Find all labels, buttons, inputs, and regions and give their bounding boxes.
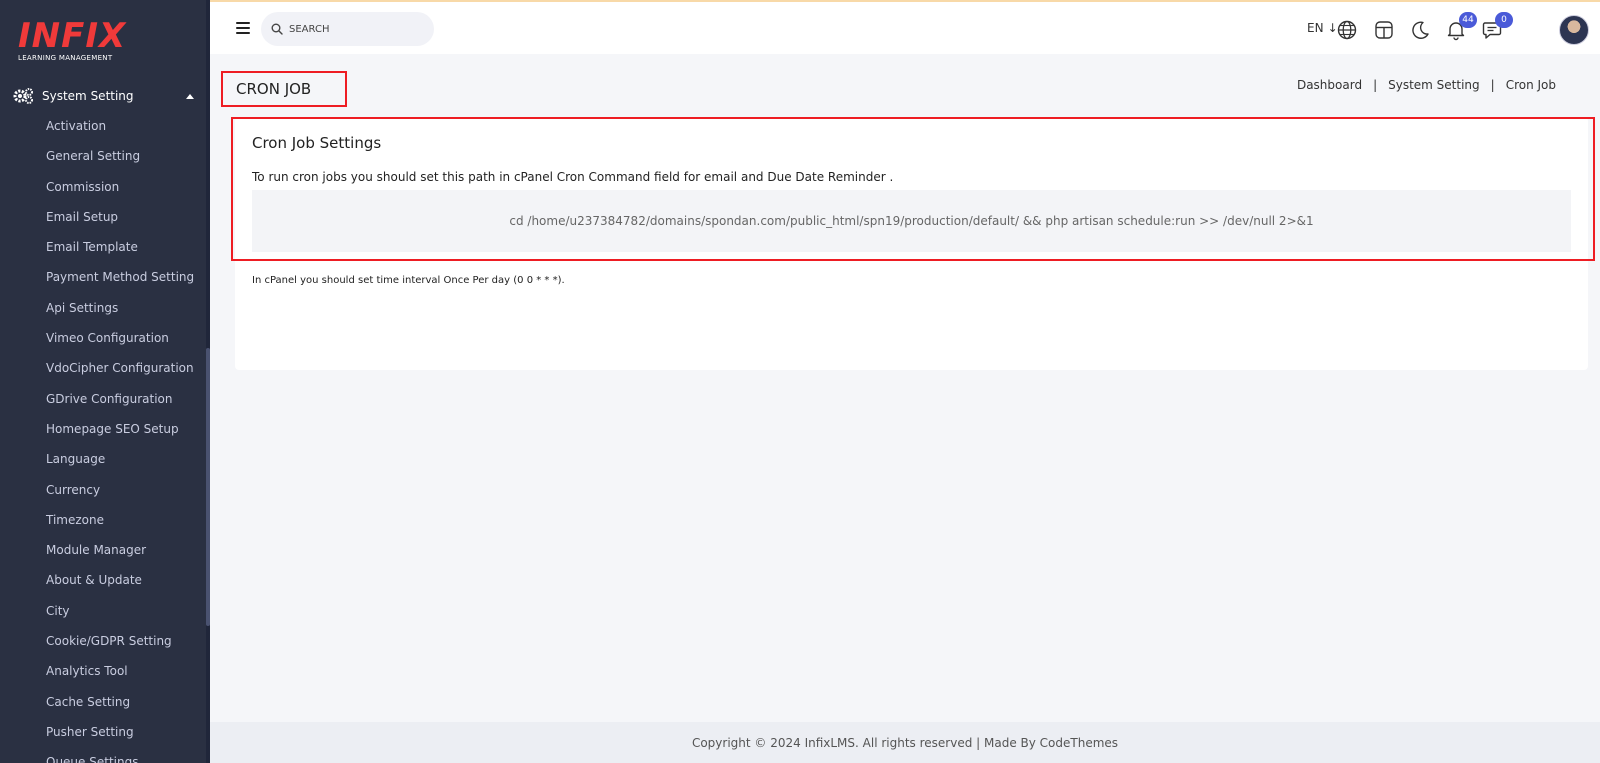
sidebar-item-analytics-tool[interactable]: Analytics Tool xyxy=(46,663,194,693)
sidebar-item-payment-method-setting[interactable]: Payment Method Setting xyxy=(46,269,194,299)
breadcrumb-system-setting[interactable]: System Setting xyxy=(1388,78,1480,92)
sidebar-item-city[interactable]: City xyxy=(46,603,194,633)
sidebar-item-activation[interactable]: Activation xyxy=(46,118,194,148)
card-title: Cron Job Settings xyxy=(252,134,382,152)
moon-icon[interactable] xyxy=(1409,19,1431,41)
sidebar-item-about-update[interactable]: About & Update xyxy=(46,572,194,602)
sidebar-item-general-setting[interactable]: General Setting xyxy=(46,148,194,178)
breadcrumb-cron-job: Cron Job xyxy=(1505,78,1556,92)
notification-count-badge: 44 xyxy=(1459,12,1477,28)
user-avatar[interactable] xyxy=(1559,15,1589,45)
notifications-button[interactable]: 44 xyxy=(1445,12,1477,41)
cron-command[interactable]: cd /home/u237384782/domains/spondan.com/… xyxy=(252,190,1571,252)
sidebar-scrollbar[interactable] xyxy=(206,0,210,763)
menu-icon[interactable] xyxy=(236,22,250,34)
globe-icon[interactable] xyxy=(1336,19,1358,41)
sidebar-nav: Activation General Setting Commission Em… xyxy=(46,118,194,763)
sidebar-item-vdocipher-configuration[interactable]: VdoCipher Configuration xyxy=(46,360,194,390)
breadcrumb-separator: | xyxy=(1490,78,1495,92)
search-input[interactable] xyxy=(289,23,409,35)
sidebar-item-email-setup[interactable]: Email Setup xyxy=(46,209,194,239)
topbar: EN ↓ 44 0 xyxy=(210,0,1600,54)
layout-icon[interactable] xyxy=(1373,19,1395,41)
sidebar-section-label: System Setting xyxy=(42,89,134,103)
sidebar-item-gdrive-configuration[interactable]: GDrive Configuration xyxy=(46,391,194,421)
messages-button[interactable]: 0 xyxy=(1481,12,1513,41)
caret-up-icon xyxy=(186,93,194,99)
language-selector[interactable]: EN ↓ xyxy=(1307,21,1338,35)
sidebar-scrollbar-thumb[interactable] xyxy=(206,348,210,626)
card-description: To run cron jobs you should set this pat… xyxy=(252,170,894,184)
sidebar-item-homepage-seo-setup[interactable]: Homepage SEO Setup xyxy=(46,421,194,451)
logo[interactable]: INFIX LEARNING MANAGEMENT xyxy=(18,18,126,62)
cron-command-text: cd /home/u237384782/domains/spondan.com/… xyxy=(509,214,1314,228)
sidebar-item-language[interactable]: Language xyxy=(46,451,194,481)
search-box[interactable] xyxy=(261,12,434,46)
page-title-box: CRON JOB xyxy=(221,71,347,107)
sidebar-item-api-settings[interactable]: Api Settings xyxy=(46,300,194,330)
logo-subtitle: LEARNING MANAGEMENT xyxy=(18,54,113,62)
breadcrumb-separator: | xyxy=(1373,78,1378,92)
sidebar-item-timezone[interactable]: Timezone xyxy=(46,512,194,542)
breadcrumb: Dashboard | System Setting | Cron Job xyxy=(1297,78,1556,92)
sidebar-item-cookie-gdpr-setting[interactable]: Cookie/GDPR Setting xyxy=(46,633,194,663)
sidebar-item-vimeo-configuration[interactable]: Vimeo Configuration xyxy=(46,330,194,360)
gears-icon xyxy=(13,88,33,104)
search-icon xyxy=(271,23,283,35)
breadcrumb-dashboard[interactable]: Dashboard xyxy=(1297,78,1362,92)
sidebar-item-commission[interactable]: Commission xyxy=(46,179,194,209)
language-label: EN xyxy=(1307,21,1324,35)
card-note: In cPanel you should set time interval O… xyxy=(252,275,565,286)
sidebar-item-pusher-setting[interactable]: Pusher Setting xyxy=(46,724,194,754)
footer-text: Copyright © 2024 InfixLMS. All rights re… xyxy=(691,735,1119,750)
page-title: CRON JOB xyxy=(236,80,312,98)
sidebar-item-queue-settings[interactable]: Queue Settings xyxy=(46,754,194,763)
sidebar-section-system-setting[interactable]: System Setting xyxy=(12,86,198,106)
sidebar-item-module-manager[interactable]: Module Manager xyxy=(46,542,194,572)
sidebar-item-email-template[interactable]: Email Template xyxy=(46,239,194,269)
logo-text: INFIX xyxy=(18,16,127,56)
message-count-badge: 0 xyxy=(1495,12,1513,28)
sidebar: INFIX LEARNING MANAGEMENT System Setting… xyxy=(0,0,210,763)
sidebar-item-cache-setting[interactable]: Cache Setting xyxy=(46,694,194,724)
sidebar-item-currency[interactable]: Currency xyxy=(46,482,194,512)
footer: Copyright © 2024 InfixLMS. All rights re… xyxy=(210,722,1600,763)
